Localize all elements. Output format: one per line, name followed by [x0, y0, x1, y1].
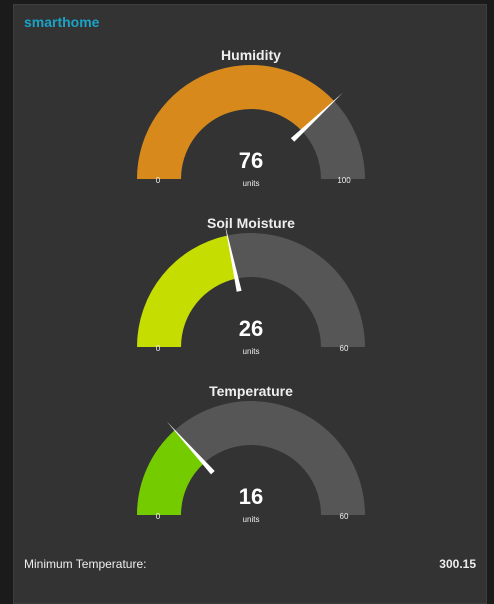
gauge-max-label: 60 — [339, 512, 349, 521]
gauge-units: units — [242, 179, 260, 188]
min-temperature-label: Minimum Temperature: — [24, 557, 147, 571]
gauge-max-label: 60 — [339, 344, 349, 353]
gauge-temperature: Temperature 16 units 0 60 — [14, 383, 488, 551]
gauge-min-label: 0 — [155, 176, 161, 185]
dashboard-panel: smarthome Humidity 76 units 0 100 Soil M… — [13, 4, 487, 604]
min-temperature-value: 300.15 — [439, 557, 476, 571]
gauge-units: units — [242, 347, 260, 356]
gauge-value: 76 — [238, 148, 264, 173]
gauge-value: 26 — [238, 316, 264, 341]
gauge-min-label: 0 — [155, 344, 161, 353]
gauge-units: units — [242, 515, 260, 524]
gauge-soil-moisture: Soil Moisture 26 units 0 60 — [14, 215, 488, 383]
gauge-humidity: Humidity 76 units 0 100 — [14, 47, 488, 215]
gauge-value: 16 — [238, 484, 264, 509]
gauge-max-label: 100 — [337, 176, 351, 185]
panel-title: smarthome — [24, 14, 100, 30]
gauge-min-label: 0 — [155, 512, 161, 521]
